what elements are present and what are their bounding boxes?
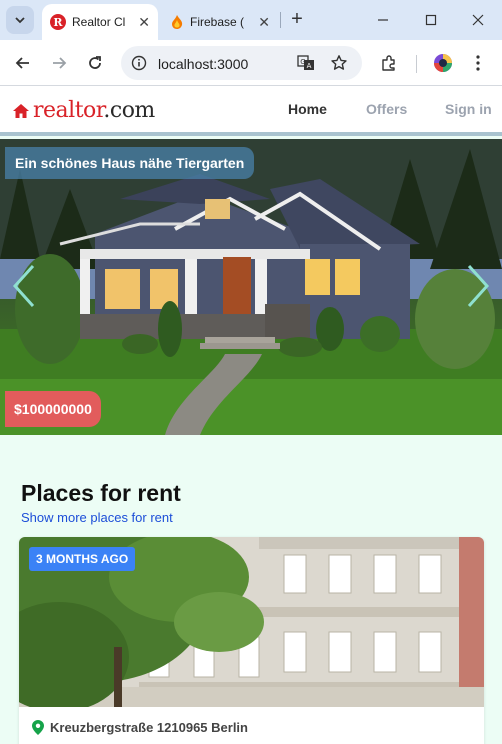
tab-title: Realtor Cl — [72, 15, 126, 29]
address-bar[interactable]: localhost:3000 AG — [121, 46, 362, 80]
nav-offers[interactable]: Offers — [366, 101, 407, 117]
forward-arrow-icon[interactable] — [47, 51, 71, 75]
translate-icon[interactable]: AG — [297, 54, 315, 72]
site-header: realtor.com Home Offers Sign in — [0, 86, 502, 136]
page-viewport: realtor.com Home Offers Sign in Ein schö… — [0, 86, 502, 744]
listing-date-badge: 3 MONTHS AGO — [29, 547, 136, 571]
location-pin-icon — [32, 720, 44, 735]
site-logo[interactable]: realtor.com — [12, 98, 155, 123]
tab-menu-icon — [15, 17, 25, 24]
toolbar-separator — [416, 55, 417, 73]
close-icon[interactable]: ✕ — [258, 14, 270, 31]
chevron-left-icon[interactable] — [11, 264, 37, 308]
svg-text:G: G — [300, 58, 305, 66]
svg-text:R: R — [53, 16, 63, 29]
listing-address: Kreuzbergstraße 1210965 Berlin — [32, 720, 248, 735]
listing-card[interactable]: 3 MONTHS AGO Kreuzbergstraße 1210965 Ber… — [19, 537, 484, 744]
browser-toolbar: localhost:3000 AG — [0, 40, 502, 86]
kebab-menu-icon[interactable] — [466, 51, 490, 75]
tab-title: Firebase ( — [190, 15, 245, 29]
hero-price-tag: $100000000 — [5, 391, 101, 427]
star-icon[interactable] — [330, 54, 348, 72]
tab-firebase[interactable]: Firebase ( ✕ — [162, 4, 278, 40]
url-text[interactable]: localhost:3000 — [158, 56, 248, 72]
tab-search-button[interactable] — [6, 6, 34, 34]
chevron-right-icon[interactable] — [465, 264, 491, 308]
house-logo-icon — [13, 103, 29, 118]
nav-home[interactable]: Home — [288, 101, 327, 120]
svg-text:A: A — [307, 62, 312, 70]
listing-address-text: Kreuzbergstraße 1210965 Berlin — [50, 720, 248, 735]
reload-icon[interactable] — [83, 51, 107, 75]
window-close-icon[interactable] — [468, 10, 488, 30]
logo-text-suffix: .com — [103, 98, 155, 123]
section-title: Places for rent — [21, 480, 181, 506]
new-tab-icon[interactable]: + — [286, 8, 308, 30]
minimize-icon[interactable] — [373, 10, 393, 30]
nav-sign-in[interactable]: Sign in — [445, 101, 492, 117]
profile-avatar-icon[interactable] — [431, 51, 455, 75]
maximize-icon[interactable] — [421, 10, 441, 30]
realtor-favicon-icon: R — [50, 14, 66, 30]
firebase-favicon-icon — [172, 15, 183, 29]
tab-separator — [280, 12, 281, 28]
close-icon[interactable]: ✕ — [138, 14, 150, 31]
site-info-icon[interactable] — [130, 54, 148, 72]
hero-slider[interactable]: Ein schönes Haus nähe Tiergarten $100000… — [0, 139, 502, 435]
back-arrow-icon[interactable] — [11, 51, 35, 75]
show-more-rent-link[interactable]: Show more places for rent — [21, 510, 173, 525]
hero-listing-title[interactable]: Ein schönes Haus nähe Tiergarten — [5, 147, 255, 179]
tab-realtor[interactable]: R Realtor Cl ✕ — [42, 4, 158, 40]
logo-text-primary: realtor — [33, 98, 104, 123]
extensions-icon[interactable] — [377, 51, 401, 75]
browser-tab-bar: R Realtor Cl ✕ Firebase ( ✕ + — [0, 0, 502, 40]
